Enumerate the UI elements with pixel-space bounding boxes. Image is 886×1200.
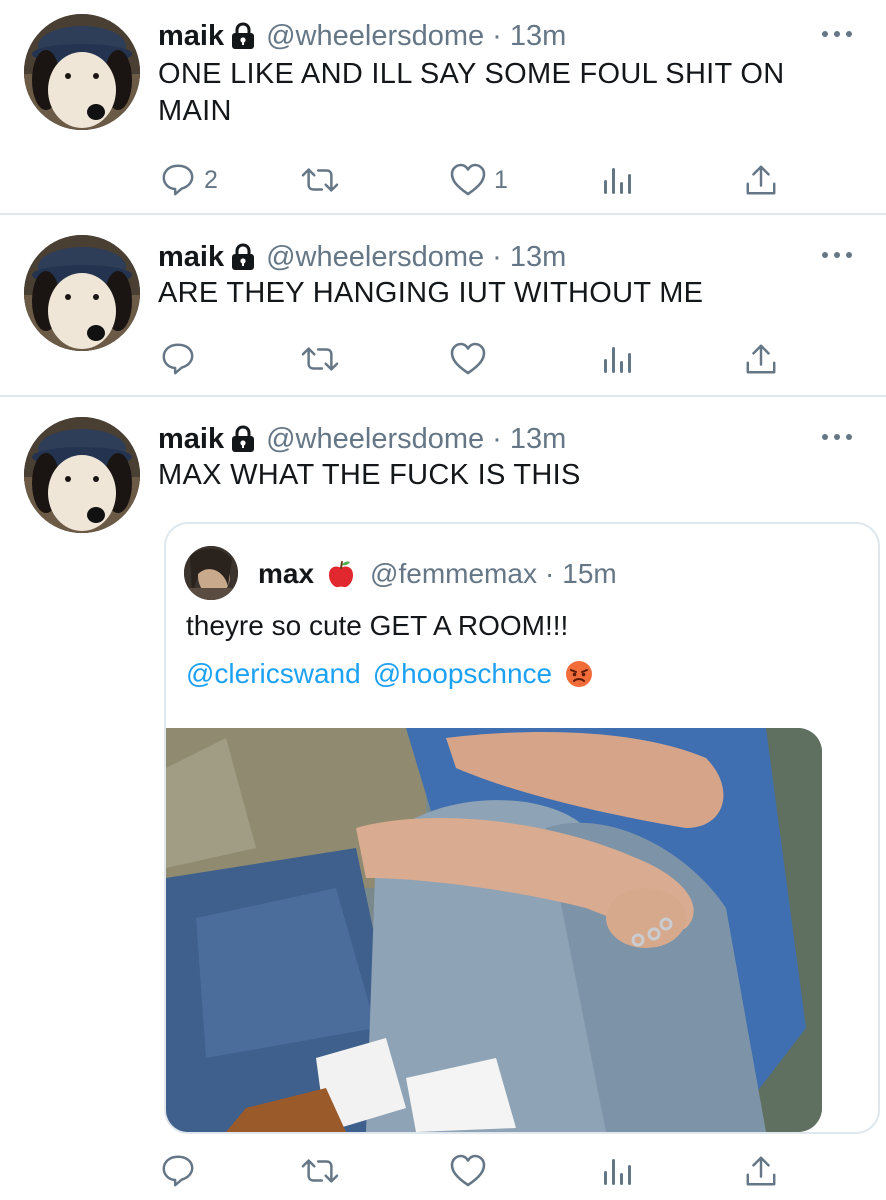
like-button[interactable]: [450, 1151, 486, 1191]
tweet-text: MAX WHAT THE FUCK IS THIS: [158, 459, 581, 491]
tweet-actions: [158, 339, 798, 379]
display-name[interactable]: maik: [158, 241, 224, 274]
tweet-actions: [158, 1151, 798, 1191]
retweet-button[interactable]: [300, 160, 340, 200]
retweet-icon: [301, 1159, 339, 1183]
quoted-tweet[interactable]: max @femmemax · 15m theyre so cute GET A…: [164, 522, 880, 1134]
reply-button[interactable]: [160, 1151, 196, 1191]
angry-face-icon: [564, 659, 594, 689]
analytics-icon: [604, 168, 631, 194]
tweet-header: maik @wheelersdome · 13m: [158, 237, 566, 277]
more-icon[interactable]: [822, 24, 852, 44]
display-name[interactable]: maik: [158, 20, 224, 53]
more-icon[interactable]: [822, 427, 852, 447]
separator-dot: ·: [544, 558, 555, 589]
separator-dot: ·: [492, 19, 502, 52]
separator-dot: ·: [492, 422, 502, 455]
separator-dot: ·: [492, 240, 502, 273]
retweet-button[interactable]: [300, 1151, 340, 1191]
analytics-button[interactable]: [600, 160, 634, 200]
display-name[interactable]: maik: [158, 423, 224, 456]
heart-icon: [450, 342, 486, 375]
reply-button[interactable]: 2: [160, 160, 218, 200]
avatar[interactable]: [184, 546, 238, 600]
tweet[interactable]: maik @wheelersdome · 13m ONE LIKE AND IL…: [0, 0, 886, 214]
lock-icon: [230, 22, 256, 51]
display-name[interactable]: max: [258, 558, 314, 590]
tweet-text: ARE THEY HANGING IUT WITHOUT ME: [158, 277, 704, 309]
avatar[interactable]: [24, 14, 140, 130]
lock-icon: [230, 425, 256, 454]
avatar[interactable]: [24, 417, 140, 533]
more-icon[interactable]: [822, 245, 852, 265]
tweet-text: ONE LIKE AND ILL SAY SOME FOUL SHIT ON M…: [158, 58, 785, 127]
retweet-icon: [301, 168, 339, 192]
analytics-button[interactable]: [600, 1151, 634, 1191]
reply-icon: [162, 1155, 194, 1187]
like-button[interactable]: 1: [450, 160, 508, 200]
timestamp[interactable]: 13m: [510, 20, 566, 53]
reply-icon: [162, 343, 194, 375]
reply-icon: [162, 164, 194, 196]
tweet-photo[interactable]: [166, 728, 822, 1132]
reply-count: 2: [204, 165, 218, 194]
analytics-icon: [604, 347, 631, 373]
heart-icon: [450, 1154, 486, 1187]
share-icon: [746, 1156, 776, 1186]
quoted-tweet-text: theyre so cute GET A ROOM!!!: [186, 610, 569, 641]
share-button[interactable]: [744, 339, 778, 379]
share-button[interactable]: [744, 1151, 778, 1191]
mention-link[interactable]: @hoopschnce: [373, 656, 552, 692]
timestamp[interactable]: 15m: [562, 558, 616, 590]
red-apple-icon: [326, 559, 356, 589]
avatar[interactable]: [24, 235, 140, 351]
tweet-actions: 2 1: [158, 160, 798, 200]
user-handle[interactable]: @wheelersdome: [266, 20, 484, 53]
share-icon: [746, 344, 776, 374]
tweet[interactable]: maik @wheelersdome · 13m ARE THEY HANGIN…: [0, 215, 886, 395]
like-count: 1: [494, 165, 508, 194]
heart-icon: [450, 163, 486, 196]
tweet-header: maik @wheelersdome · 13m: [158, 16, 566, 56]
like-button[interactable]: [450, 339, 486, 379]
timestamp[interactable]: 13m: [510, 423, 566, 456]
retweet-button[interactable]: [300, 339, 340, 379]
reply-button[interactable]: [160, 339, 196, 379]
share-button[interactable]: [744, 160, 778, 200]
user-handle[interactable]: @wheelersdome: [266, 423, 484, 456]
share-icon: [746, 165, 776, 195]
user-handle[interactable]: @femmemax: [370, 558, 537, 590]
quoted-tweet-header: max @femmemax · 15m: [258, 556, 617, 592]
mention-link[interactable]: @clericswand: [186, 656, 361, 692]
user-handle[interactable]: @wheelersdome: [266, 241, 484, 274]
analytics-button[interactable]: [600, 339, 634, 379]
tweet-header: maik @wheelersdome · 13m: [158, 419, 566, 459]
quoted-tweet-mentions: @clericswand @hoopschnce: [186, 656, 594, 692]
timestamp[interactable]: 13m: [510, 241, 566, 274]
analytics-icon: [604, 1159, 631, 1185]
retweet-icon: [301, 347, 339, 371]
lock-icon: [230, 243, 256, 272]
